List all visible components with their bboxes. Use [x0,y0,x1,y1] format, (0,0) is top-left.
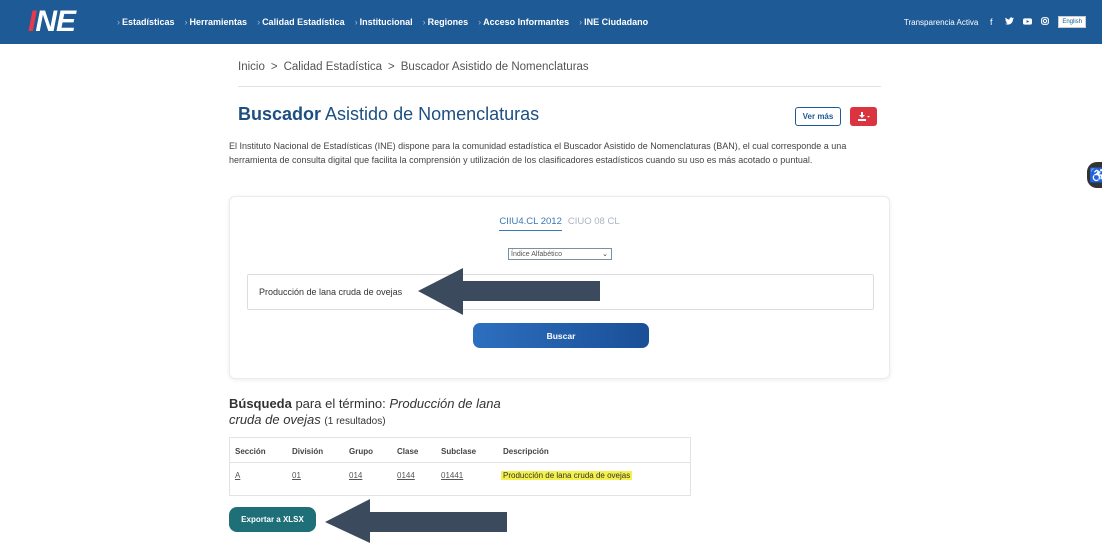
nav-item-estadisticas[interactable]: › Estadísticas [117,17,175,27]
ver-mas-button[interactable]: Ver más [795,107,841,126]
col-descripcion: Descripción [503,447,549,456]
col-subclase: Subclase [441,447,477,456]
breadcrumb: Inicio > Calidad Estadística > Buscador … [238,61,589,73]
youtube-icon[interactable] [1022,17,1032,27]
cell-division[interactable]: 01 [292,471,301,480]
nav-item-herramientas[interactable]: › Herramientas [185,17,248,27]
header-right: Transparencia Activa f English [904,0,1086,44]
classifier-tabs: CIIU4.CL 2012 CIUO 08 CL [230,216,889,231]
transparencia-link[interactable]: Transparencia Activa [904,18,978,27]
facebook-icon[interactable]: f [986,17,996,27]
annotation-arrow-left-icon [418,268,600,315]
language-button[interactable]: English [1058,16,1086,28]
col-clase: Clase [397,447,419,456]
col-seccion: Sección [235,447,266,456]
breadcrumb-separator: > [388,61,395,73]
results-table: Sección División Grupo Clase Subclase De… [229,437,691,496]
nav-item-ine-ciudadano[interactable]: › INE Ciudadano [579,17,648,27]
page-description: El Instituto Nacional de Estadísticas (I… [229,141,847,165]
accessibility-icon[interactable]: ♿ [1087,162,1102,188]
breadcrumb-inicio[interactable]: Inicio [238,61,265,73]
annotation-arrow-left-icon [325,499,507,543]
page-title: Buscador Asistido de Nomenclaturas [238,104,540,124]
twitter-icon[interactable] [1004,17,1014,27]
instagram-icon[interactable] [1040,17,1050,27]
results-heading: Búsqueda para el término: Producción de … [229,396,501,427]
main-nav: › Estadísticas › Herramientas › Calidad Est… [117,0,658,44]
nav-item-regiones[interactable]: › Regiones [423,17,469,27]
ine-logo[interactable]: INE [28,5,76,38]
download-icon [857,112,870,121]
col-division: División [292,447,324,456]
chevron-down-icon: ⌄ [602,251,608,258]
cell-clase[interactable]: 0144 [397,471,415,480]
search-button[interactable]: Buscar [473,323,649,348]
breadcrumb-divider [238,86,881,87]
cell-grupo[interactable]: 014 [349,471,362,480]
cell-seccion[interactable]: A [235,471,240,480]
col-grupo: Grupo [349,447,373,456]
nav-item-institucional[interactable]: › Institucional [355,17,413,27]
cell-descripcion: Producción de lana cruda de ovejas [501,471,633,480]
breadcrumb-separator: > [270,61,278,73]
download-dropdown-button[interactable] [850,107,877,126]
tab-ciiu4[interactable]: CIIU4.CL 2012 [499,216,562,231]
nav-item-calidad-estadistica[interactable]: › Calidad Estadística [257,17,345,27]
breadcrumb-calidad[interactable]: Calidad Estadística [284,61,382,73]
nav-item-acceso-informantes[interactable]: › Acceso Informantes [478,17,569,27]
top-navbar: INE › Estadísticas › Herramientas › Calidad… [0,0,1102,44]
tab-ciuo08[interactable]: CIUO 08 CL [568,216,620,231]
index-select[interactable]: Índice Alfabético ⌄ [508,248,612,260]
cell-subclase[interactable]: 01441 [441,471,463,480]
breadcrumb-current: Buscador Asistido de Nomenclaturas [400,61,589,73]
export-xlsx-button[interactable]: Exportar a XLSX [229,507,316,532]
table-header: Sección División Grupo Clase Subclase De… [230,438,690,463]
